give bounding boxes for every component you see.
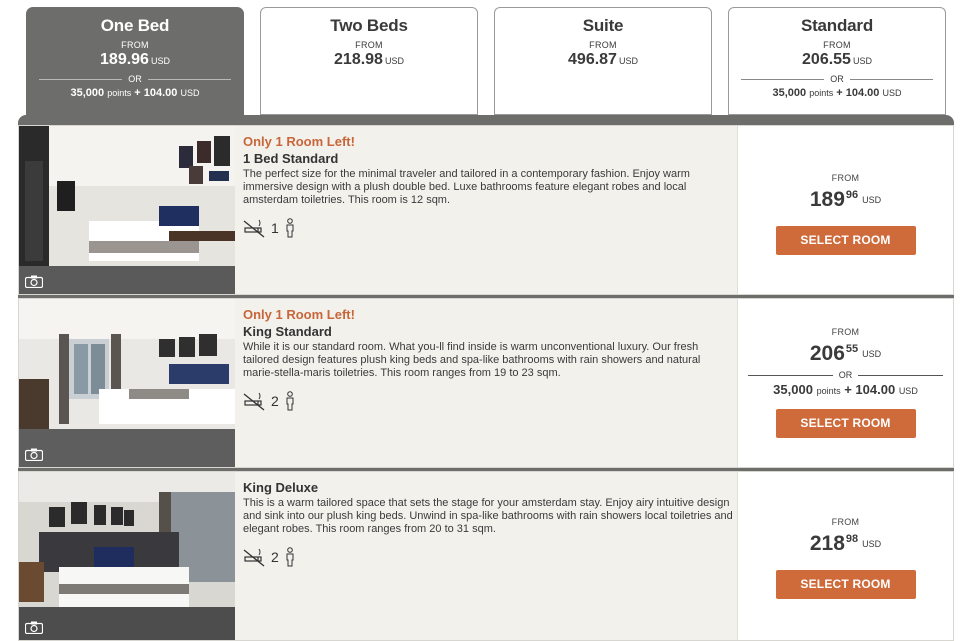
occupancy-count: 2	[271, 393, 279, 409]
occupancy-count: 1	[271, 220, 279, 236]
room-price-panel: FROM 20655 USD OR 35,000 points + 104.00 …	[737, 299, 953, 467]
tab-name: Two Beds	[330, 16, 408, 35]
tab-or-divider: OR	[39, 74, 231, 86]
camera-icon[interactable]	[25, 275, 43, 288]
room-name[interactable]: King Standard	[243, 323, 733, 340]
room-description: While it is our standard room. What you-…	[243, 341, 701, 379]
tab-name: Standard	[800, 16, 874, 35]
tab-price: 189.96 USD	[100, 51, 170, 68]
price-from-label: FROM	[831, 517, 860, 527]
select-room-button[interactable]: SELECT ROOM	[775, 409, 916, 438]
tab-price: 218.98 USD	[334, 51, 404, 68]
tab-name: Suite	[582, 16, 624, 35]
room-card: Only 1 Room Left! 1 Bed Standard The per…	[18, 125, 954, 295]
points-price: 35,000 points + 104.00 USD	[773, 382, 918, 397]
select-room-button[interactable]: SELECT ROOM	[775, 570, 916, 599]
room-photo-image	[19, 472, 235, 640]
person-icon	[286, 218, 294, 238]
room-price-panel: FROM 21898 USD SELECT ROOM	[737, 472, 953, 640]
tab-points-price: 35,000 points + 104.00 USD	[772, 87, 902, 99]
room-price: 21898 USD	[809, 532, 882, 555]
price-from-label: FROM	[831, 327, 860, 337]
tab-points-price: 35,000 points + 104.00 USD	[70, 87, 200, 99]
tab-from-label: FROM	[823, 40, 851, 50]
room-amenities: 1	[243, 217, 733, 239]
room-name[interactable]: King Deluxe	[243, 479, 733, 496]
room-info: Only 1 Room Left! 1 Bed Standard The per…	[243, 133, 733, 239]
room-description: The perfect size for the minimal travele…	[243, 168, 690, 206]
camera-icon[interactable]	[25, 621, 43, 634]
room-photo[interactable]	[19, 126, 235, 294]
price-from-label: FROM	[831, 173, 860, 183]
availability-notice: Only 1 Room Left!	[243, 134, 355, 149]
room-price: 18996 USD	[809, 188, 882, 211]
no-smoking-icon	[243, 219, 265, 238]
tab-from-label: FROM	[355, 40, 383, 50]
room-photo-image	[19, 126, 235, 294]
room-photo[interactable]	[19, 299, 235, 467]
room-price: 20655 USD	[809, 342, 882, 365]
tab-suite[interactable]: Suite FROM 496.87 USD	[494, 7, 712, 115]
person-icon	[286, 547, 294, 567]
room-price-panel: FROM 18996 USD SELECT ROOM	[737, 126, 953, 294]
tab-two-beds[interactable]: Two Beds FROM 218.98 USD	[260, 7, 478, 115]
room-description: This is a warm tailored space that sets …	[243, 497, 733, 535]
tab-or-divider: OR	[741, 74, 933, 86]
room-photo-image	[19, 299, 235, 467]
room-info: King Deluxe This is a warm tailored spac…	[243, 479, 733, 568]
room-card: King Deluxe This is a warm tailored spac…	[18, 471, 954, 641]
tab-price: 496.87 USD	[568, 51, 638, 68]
room-type-tabs: One Bed FROM 189.96 USD OR 35,000 points …	[26, 7, 946, 119]
person-icon	[286, 391, 294, 411]
room-name[interactable]: 1 Bed Standard	[243, 150, 733, 167]
price-or-divider: OR	[748, 370, 943, 382]
camera-icon[interactable]	[25, 448, 43, 461]
occupancy-count: 2	[271, 549, 279, 565]
tab-name: One Bed	[100, 16, 170, 35]
room-amenities: 2	[243, 390, 733, 412]
availability-notice: Only 1 Room Left!	[243, 307, 355, 322]
tab-price: 206.55 USD	[802, 51, 872, 68]
room-info: Only 1 Room Left! King Standard While it…	[243, 306, 733, 412]
no-smoking-icon	[243, 548, 265, 567]
tab-from-label: FROM	[121, 40, 149, 50]
tab-from-label: FROM	[589, 40, 617, 50]
room-photo[interactable]	[19, 472, 235, 640]
select-room-button[interactable]: SELECT ROOM	[775, 226, 916, 255]
room-amenities: 2	[243, 546, 733, 568]
no-smoking-icon	[243, 392, 265, 411]
tab-one-bed[interactable]: One Bed FROM 189.96 USD OR 35,000 points …	[26, 7, 244, 119]
tab-standard[interactable]: Standard FROM 206.55 USD OR 35,000 points…	[728, 7, 946, 115]
room-list: Only 1 Room Left! 1 Bed Standard The per…	[18, 115, 954, 641]
room-card: Only 1 Room Left! King Standard While it…	[18, 298, 954, 468]
